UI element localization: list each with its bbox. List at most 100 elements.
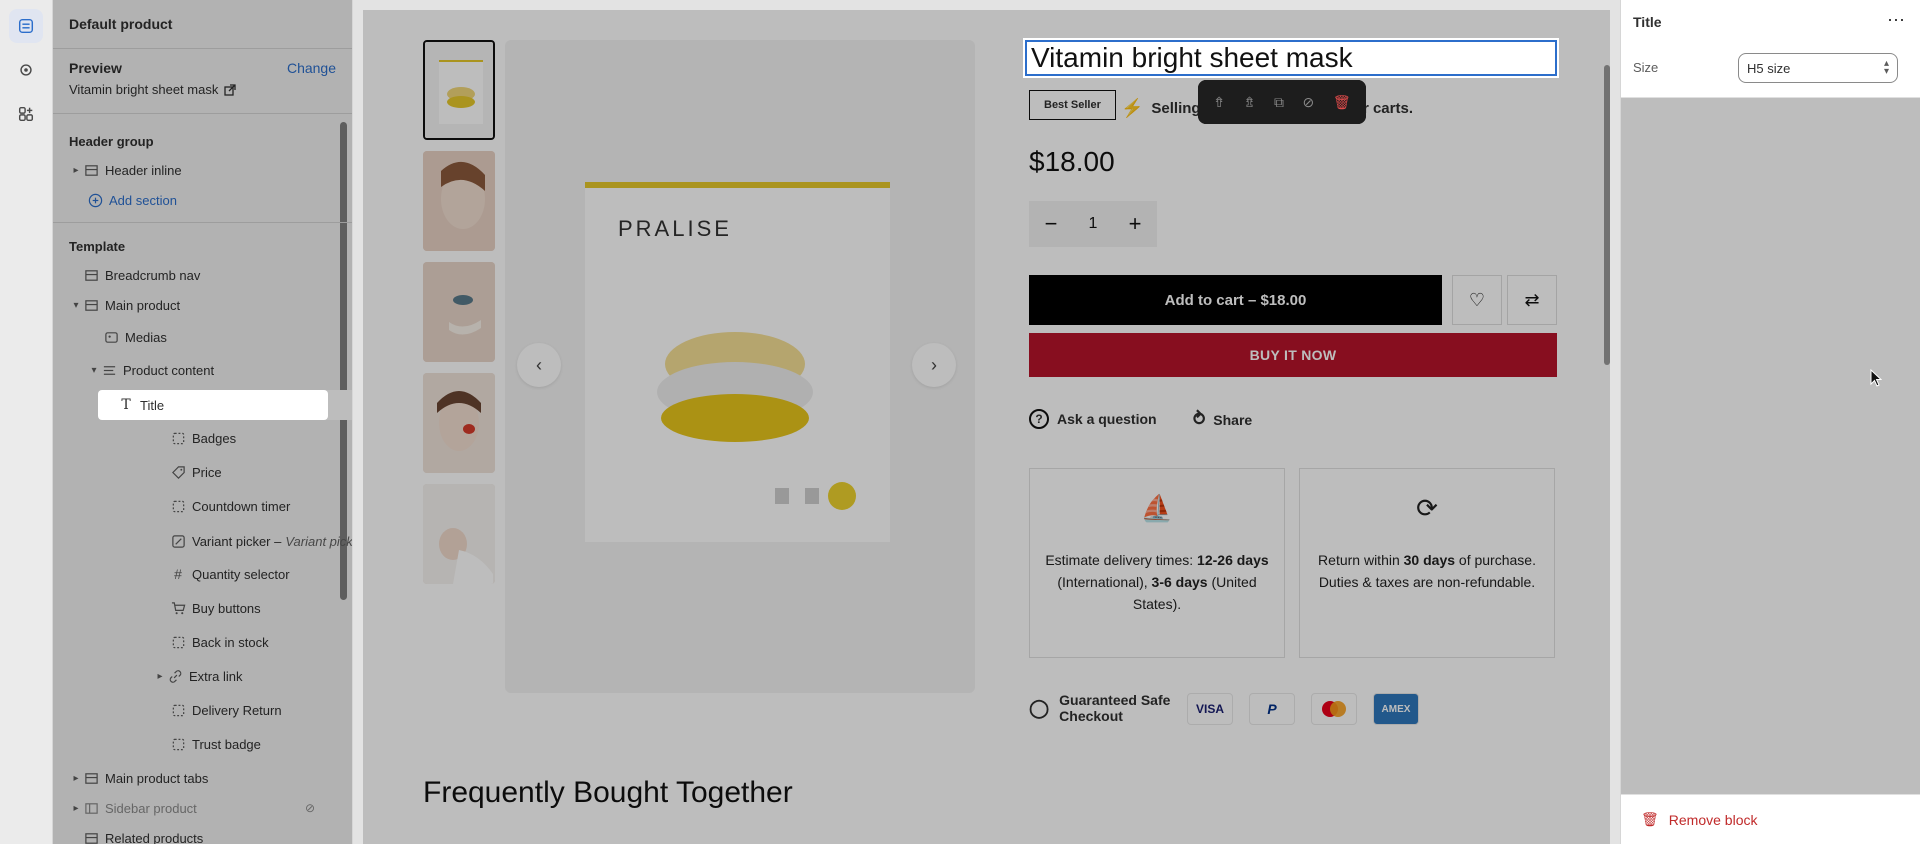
ask-question-link[interactable]: ? Ask a question (1029, 409, 1157, 429)
product-thumbnail[interactable] (423, 40, 495, 140)
ask-question-label: Ask a question (1057, 411, 1157, 427)
block-settings-panel: Title ⋯ Size H5 size ▴ ▾ 🗑 Remove block (1620, 0, 1920, 844)
gear-icon[interactable] (9, 53, 43, 87)
apps-icon[interactable] (9, 97, 43, 131)
block-title-highlight[interactable]: T Title (98, 390, 328, 420)
section-header-inline[interactable]: ▸ Header inline (69, 155, 329, 185)
product-thumbnail[interactable] (423, 262, 495, 362)
eye-slash-icon[interactable]: ⊘ (1303, 94, 1315, 111)
product-thumbnail[interactable] (423, 484, 495, 584)
block-delivery-return[interactable]: Delivery Return (170, 695, 352, 725)
align-left-icon (101, 362, 117, 378)
add-to-cart-button[interactable]: Add to cart – $18.00 (1029, 275, 1442, 325)
section-sidebar-product[interactable]: ▸ Sidebar product ⊘ (69, 793, 329, 823)
share-label: Share (1213, 411, 1253, 428)
share-link[interactable]: ⥁ Share (1193, 409, 1252, 430)
more-menu-icon[interactable]: ⋯ (1887, 10, 1905, 31)
chevron-right-icon[interactable]: ▸ (69, 803, 83, 814)
product-title-selected[interactable]: Vitamin bright sheet mask (1023, 38, 1559, 78)
quantity-stepper: − 1 + (1029, 201, 1157, 247)
chevron-left-icon[interactable]: ‹ (517, 343, 561, 387)
tree-item-label: Sidebar product (105, 800, 197, 816)
chevron-right-icon[interactable]: › (912, 343, 956, 387)
block-icon (170, 498, 186, 514)
move-down-icon[interactable]: ⇯ (1244, 94, 1256, 111)
product-main-image[interactable]: PRALISE (505, 40, 975, 693)
guaranteed-text: Guaranteed Safe (1059, 692, 1171, 708)
tree-item-label: Medias (125, 329, 167, 345)
question-icon: ? (1029, 409, 1049, 429)
minus-icon[interactable]: − (1045, 211, 1058, 237)
product-thumbnail[interactable] (423, 151, 495, 251)
shield-icon: ◯ (1029, 697, 1050, 718)
preview-scrollbar[interactable] (1604, 65, 1610, 365)
chevron-right-icon[interactable]: ▸ (69, 165, 83, 176)
delivery-info-box: ⛵ Estimate delivery times: 12-26 days (I… (1029, 468, 1285, 658)
section-related-products[interactable]: Related products (83, 823, 329, 844)
eye-slash-icon[interactable]: ⊘ (305, 801, 315, 815)
change-preview-link[interactable]: Change (287, 60, 336, 76)
settings-footer: 🗑 Remove block (1621, 794, 1920, 844)
section-main-product-tabs[interactable]: ▸ Main product tabs (69, 763, 329, 793)
plus-icon[interactable]: + (1129, 211, 1142, 237)
tree-item-label: Delivery Return (192, 702, 282, 718)
tree-item-label: Quantity selector (192, 566, 290, 582)
quantity-value[interactable]: 1 (1089, 215, 1098, 233)
chevron-down-icon[interactable]: ▾ (69, 300, 83, 311)
duplicate-icon[interactable]: ⧉ (1274, 94, 1284, 111)
block-buy-buttons[interactable]: Buy buttons (170, 593, 352, 623)
block-back-in-stock[interactable]: Back in stock (170, 627, 352, 657)
move-up-icon[interactable]: ⇮ (1213, 94, 1225, 111)
product-thumbnail[interactable] (423, 373, 495, 473)
block-variant-picker[interactable]: Variant picker – Variant picker (170, 526, 352, 556)
chevron-right-icon[interactable]: ▸ (69, 773, 83, 784)
remove-block-button[interactable]: 🗑 Remove block (1641, 811, 1757, 828)
trash-icon[interactable]: 🗑 (1333, 94, 1351, 111)
heart-icon[interactable]: ♡ (1452, 275, 1502, 325)
storefront-preview[interactable]: PRALISE ‹ › Vitamin bright sheet mask Be… (363, 10, 1610, 844)
block-trust-badge[interactable]: Trust badge (170, 729, 352, 759)
delivery-text: Estimate delivery times: (1045, 552, 1198, 568)
block-medias[interactable]: Medias (103, 322, 329, 352)
compare-icon[interactable]: ⇄ (1507, 275, 1557, 325)
block-price[interactable]: Price (170, 457, 352, 487)
block-product-content[interactable]: ▾ Product content (87, 355, 329, 385)
settings-title: Title (1633, 14, 1662, 30)
block-icon (170, 702, 186, 718)
tree-item-label: Main product tabs (105, 770, 209, 786)
tree-item-label: Badges (192, 430, 237, 446)
block-countdown-timer[interactable]: Countdown timer (170, 491, 352, 521)
block-quantity-selector[interactable]: # Quantity selector (170, 559, 352, 589)
guaranteed-text: Checkout (1059, 708, 1123, 724)
section-main-product[interactable]: ▾ Main product (69, 290, 329, 320)
block-icon (170, 430, 186, 446)
delivery-us-days: 3-6 days (1151, 574, 1208, 590)
price-tag-icon (170, 464, 186, 480)
section-breadcrumb-nav[interactable]: Breadcrumb nav (83, 260, 329, 290)
section-icon (83, 162, 99, 178)
block-icon (170, 736, 186, 752)
brand-text: PRALISE (618, 216, 732, 241)
return-icon: ⟳ (1416, 493, 1438, 523)
tree-item-label: Breadcrumb nav (105, 267, 201, 283)
tree-item-label: Header inline (105, 162, 182, 178)
section-icon (83, 267, 99, 283)
chevron-down-icon[interactable]: ▾ (87, 365, 101, 376)
tree-item-label: Trust badge (192, 736, 261, 752)
external-link-icon[interactable] (224, 83, 236, 96)
section-icon (83, 830, 99, 844)
chevron-right-icon[interactable]: ▸ (153, 671, 167, 682)
block-extra-link[interactable]: ▸ Extra link (153, 661, 352, 691)
plus-circle-icon (87, 192, 103, 208)
tree-item-label: Product content (123, 362, 215, 378)
buy-now-button[interactable]: BUY IT NOW (1029, 333, 1557, 377)
sections-sidebar: Default product Preview Change Vitamin b… (53, 0, 353, 844)
product-price: $18.00 (1029, 146, 1115, 177)
size-select-value: H5 size (1747, 60, 1791, 76)
block-badges[interactable]: Badges (170, 423, 352, 453)
size-select[interactable]: H5 size ▴ ▾ (1738, 53, 1898, 83)
template-name[interactable]: Default product (69, 16, 172, 32)
sections-icon[interactable] (9, 9, 43, 43)
text-icon: T (121, 397, 131, 413)
add-section-button[interactable]: Add section (87, 185, 327, 215)
